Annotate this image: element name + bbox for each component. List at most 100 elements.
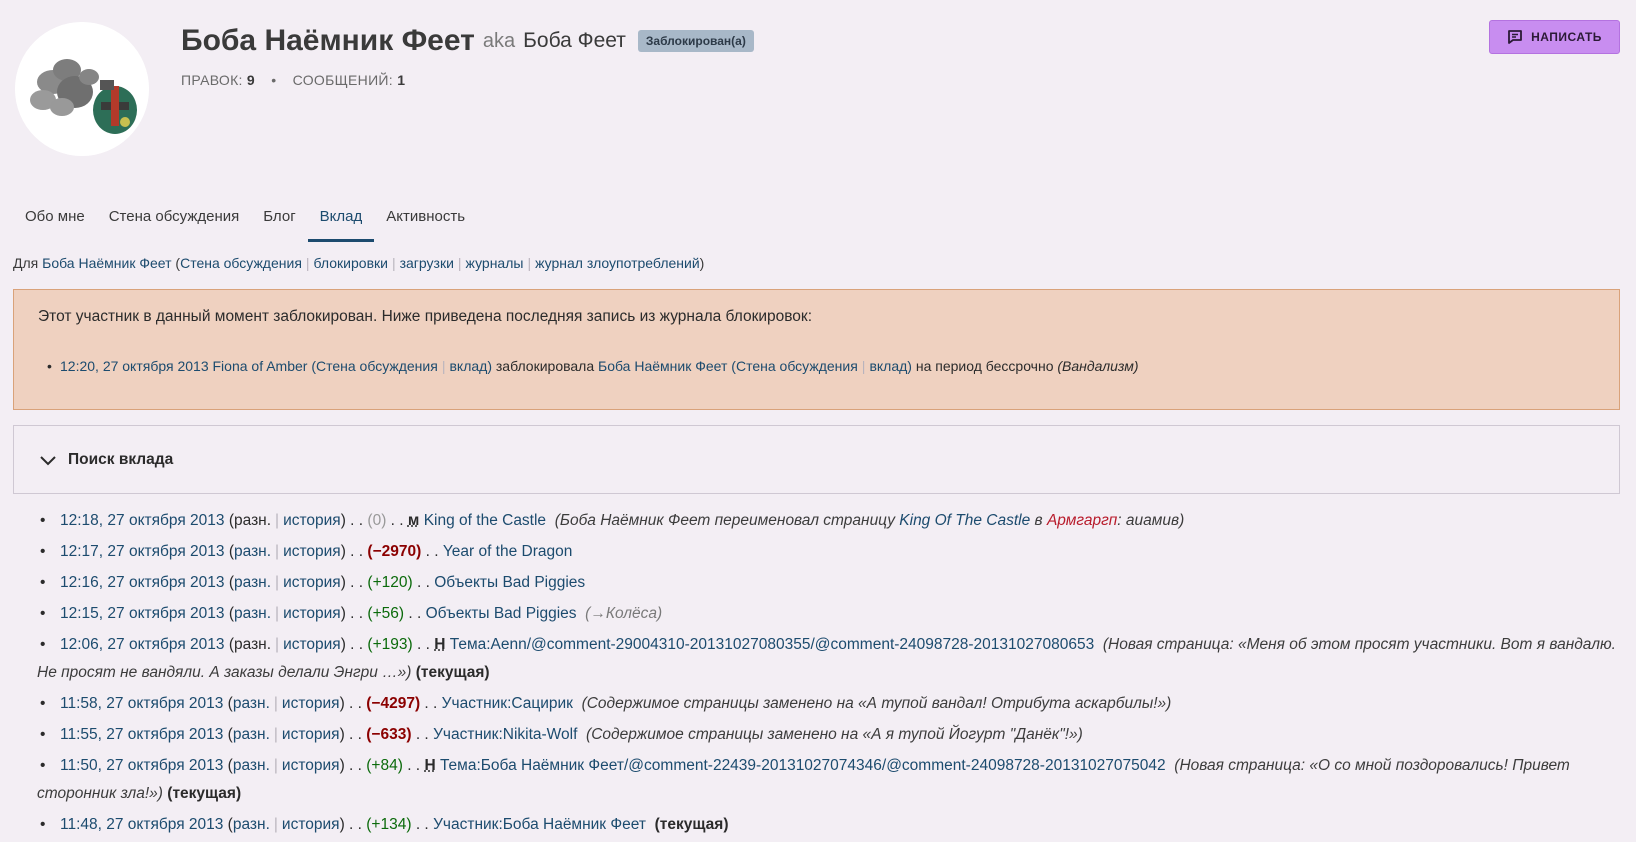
contrib-page-link[interactable]: Тема:Боба Наёмник Феет/@comment-22439-20… [440,757,1166,774]
tab-blog[interactable]: Блог [251,200,307,242]
block-admin-link[interactable]: Fiona of Amber [213,358,308,374]
contrib-page-link[interactable]: King of the Castle [424,512,546,529]
contrib-history-link[interactable]: история [283,543,341,560]
user-alias: Боба Феет [523,29,626,52]
contrib-page-link[interactable]: Year of the Dragon [443,543,573,560]
user-avatar [15,22,149,156]
contrib-diff-link[interactable]: разн. [233,816,270,833]
contrib-size: (+193) [367,636,413,653]
contribution-row: 11:50, 27 октября 2013 (разн.|история) .… [37,752,1620,808]
current-revision-label: (текущая) [415,664,490,681]
contribution-row: 12:17, 27 октября 2013 (разн.|история) .… [40,538,1620,566]
messages-label: СООБЩЕНИЙ: [292,72,393,88]
comment-link-new-title[interactable]: Армгаргп [1047,512,1117,529]
contribution-row: 11:58, 27 октября 2013 (разн.|история) .… [40,690,1620,718]
contrib-history-link[interactable]: история [283,636,341,653]
contrib-diff-label: разн. [234,512,272,529]
contrib-page-link[interactable]: Участник:Боба Наёмник Феет [433,816,646,833]
contrib-size: (−633) [366,726,412,743]
block-time-link[interactable]: 12:20, 27 октября 2013 [60,358,209,374]
contrib-time-link[interactable]: 12:18, 27 октября 2013 [60,512,225,529]
tab-about[interactable]: Обо мне [13,200,97,242]
contribution-row: 12:06, 27 октября 2013 (разн.|история) .… [37,631,1620,687]
contrib-diff-link[interactable]: разн. [234,605,271,622]
contrib-history-link[interactable]: история [282,757,340,774]
tab-contributions[interactable]: Вклад [307,200,375,242]
contrib-size: (+134) [366,816,412,833]
contribution-row: 11:55, 27 октября 2013 (разн.|история) .… [40,721,1620,749]
comment-link-old-title[interactable]: King Of The Castle [899,512,1030,529]
contrib-time-link[interactable]: 11:58, 27 октября 2013 [60,695,223,712]
contrib-time-link[interactable]: 11:48, 27 октября 2013 [60,816,223,833]
aka-label: aka [482,29,516,52]
profile-heading: Боба Наёмник Феет aka Боба Феет Заблокир… [181,24,754,58]
contrib-history-link[interactable]: история [282,695,340,712]
messages-count: 1 [397,72,406,88]
for-abuselog-link[interactable]: журнал злоупотреблений [535,255,700,271]
chevron-down-icon [40,455,56,465]
stats-separator: • [271,72,277,88]
contrib-diff-link[interactable]: разн. [234,543,271,560]
new-page-flag: Н [424,757,436,774]
contrib-page-link[interactable]: Участник:Nikita-Wolf [433,726,577,743]
block-notice: Этот участник в данный момент заблокиров… [13,289,1620,410]
contribution-row: 11:48, 27 октября 2013 (разн.|история) .… [40,811,1620,839]
block-target-link[interactable]: Боба Наёмник Феет [598,358,727,374]
block-action: заблокировала [495,358,595,374]
contributions-search-toggle[interactable]: Поиск вклада [13,425,1620,494]
contrib-page-link[interactable]: Объекты Bad Piggies [434,574,585,591]
edits-count[interactable]: 9 [247,72,255,88]
contrib-page-link[interactable]: Объекты Bad Piggies [426,605,577,622]
search-title: Поиск вклада [68,450,174,468]
contrib-history-link[interactable]: история [283,512,341,529]
contrib-section-comment[interactable]: (→Колёса) [585,605,662,622]
contrib-time-link[interactable]: 12:15, 27 октября 2013 [60,605,225,622]
current-revision-label: (текущая) [654,816,729,833]
contribution-row: 12:16, 27 октября 2013 (разн.|история) .… [40,569,1620,597]
message-bubble-icon [1508,30,1522,44]
tab-activity[interactable]: Активность [374,200,477,242]
contrib-diff-link[interactable]: разн. [233,757,270,774]
contrib-diff-label: разн. [234,636,272,653]
for-logs-link[interactable]: журналы [466,255,524,271]
block-reason: (Вандализм) [1057,358,1139,374]
for-talk-link[interactable]: Стена обсуждения [180,255,302,271]
edits-label: ПРАВОК: [181,72,243,88]
contribution-row: 12:18, 27 октября 2013 (разн.|история) .… [40,507,1620,535]
contrib-history-link[interactable]: история [283,605,341,622]
profile-tabs: Обо мне Стена обсуждения Блог Вклад Акти… [13,200,477,242]
contrib-time-link[interactable]: 12:06, 27 октября 2013 [60,636,225,653]
contrib-size: (+84) [366,757,403,774]
contrib-history-link[interactable]: история [282,726,340,743]
write-message-button[interactable]: НАПИСАТЬ [1489,20,1620,54]
contrib-time-link[interactable]: 12:16, 27 октября 2013 [60,574,225,591]
contrib-history-link[interactable]: история [283,574,341,591]
contrib-page-link[interactable]: Тема:Aenn/@comment-29004310-201310270803… [450,636,1095,653]
contrib-diff-link[interactable]: разн. [233,726,270,743]
write-button-label: НАПИСАТЬ [1531,30,1602,44]
for-user-link[interactable]: Боба Наёмник Феет [42,255,171,271]
block-target-contribs-link[interactable]: вклад [869,358,907,374]
for-uploads-link[interactable]: загрузки [400,255,454,271]
minor-edit-flag: м [407,512,420,529]
block-admin-contribs-link[interactable]: вклад [449,358,487,374]
contrib-time-link[interactable]: 11:50, 27 октября 2013 [60,757,223,774]
block-admin-talk-link[interactable]: Стена обсуждения [316,358,438,374]
current-revision-label: (текущая) [167,785,242,802]
contrib-diff-link[interactable]: разн. [233,695,270,712]
tab-message-wall[interactable]: Стена обсуждения [97,200,252,242]
contrib-time-link[interactable]: 12:17, 27 октября 2013 [60,543,225,560]
contrib-size: (0) [367,512,387,529]
user-name: Боба Наёмник Феет [181,24,475,57]
block-log-entry: 12:20, 27 октября 2013 Fiona of Amber (С… [47,358,1139,374]
contrib-comment: (Боба Наёмник Феет переименовал страницу… [554,512,1185,529]
contrib-time-link[interactable]: 11:55, 27 октября 2013 [60,726,223,743]
contrib-history-link[interactable]: история [282,816,340,833]
contrib-diff-link[interactable]: разн. [234,574,271,591]
contrib-page-link[interactable]: Участник:Сацирик [442,695,573,712]
contrib-size: (+56) [367,605,405,622]
block-duration: на период бессрочно [915,358,1054,374]
contributions-list: 12:18, 27 октября 2013 (разн.|история) .… [37,507,1620,842]
block-target-talk-link[interactable]: Стена обсуждения [736,358,858,374]
for-blocks-link[interactable]: блокировки [314,255,388,271]
